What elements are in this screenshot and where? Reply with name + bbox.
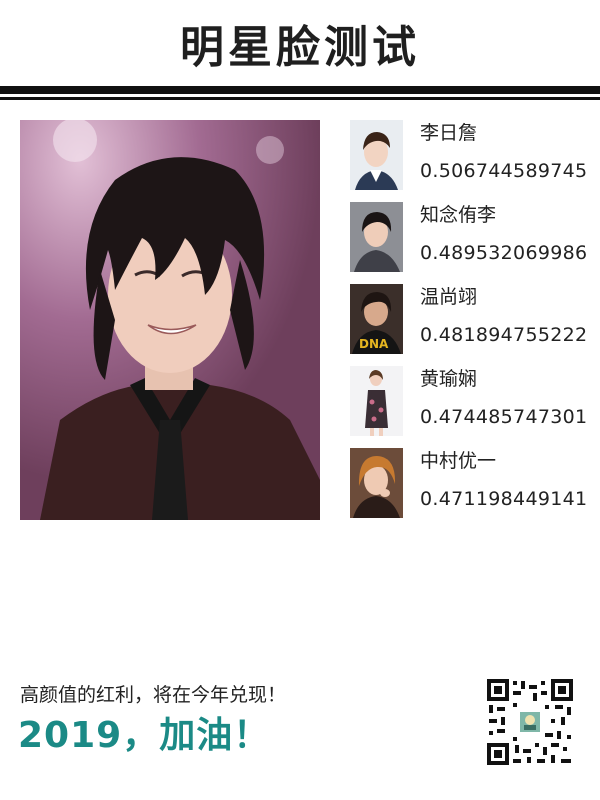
match-name: 李日詹 <box>420 122 478 144</box>
match-item: 知念侑李 0.489532069986 <box>350 202 590 272</box>
match-thumbnail <box>350 448 403 518</box>
qr-code-icon <box>485 677 575 767</box>
match-score: 0.506744589745 <box>420 160 588 182</box>
match-name: 中村优一 <box>420 450 497 472</box>
page-title: 明星脸测试 <box>180 22 420 73</box>
match-name: 温尚翊 <box>420 286 478 308</box>
footer-caption: 高颜值的红利，将在今年兑现！ <box>20 684 287 706</box>
uploaded-photo <box>20 120 320 520</box>
footer-slogan: 2019，加油！ <box>18 715 271 756</box>
match-score: 0.474485747301 <box>420 406 588 428</box>
svg-text:DNA: DNA <box>359 337 389 351</box>
divider-thin <box>0 97 600 100</box>
match-score: 0.481894755222 <box>420 324 588 346</box>
match-thumbnail <box>350 366 403 436</box>
match-thumbnail <box>350 120 403 190</box>
match-item: 中村优一 0.471198449141 <box>350 448 590 518</box>
divider-thick <box>0 86 600 94</box>
portrait-illustration <box>20 120 320 520</box>
match-name: 黄瑜娴 <box>420 368 478 390</box>
match-item: 李日詹 0.506744589745 <box>350 120 590 190</box>
match-name: 知念侑李 <box>420 204 497 226</box>
match-item: 黄瑜娴 0.474485747301 <box>350 366 590 436</box>
match-score: 0.471198449141 <box>420 488 588 510</box>
match-thumbnail: DNA <box>350 284 403 354</box>
match-thumbnail <box>350 202 403 272</box>
match-score: 0.489532069986 <box>420 242 588 264</box>
match-item: DNA 温尚翊 0.481894755222 <box>350 284 590 354</box>
